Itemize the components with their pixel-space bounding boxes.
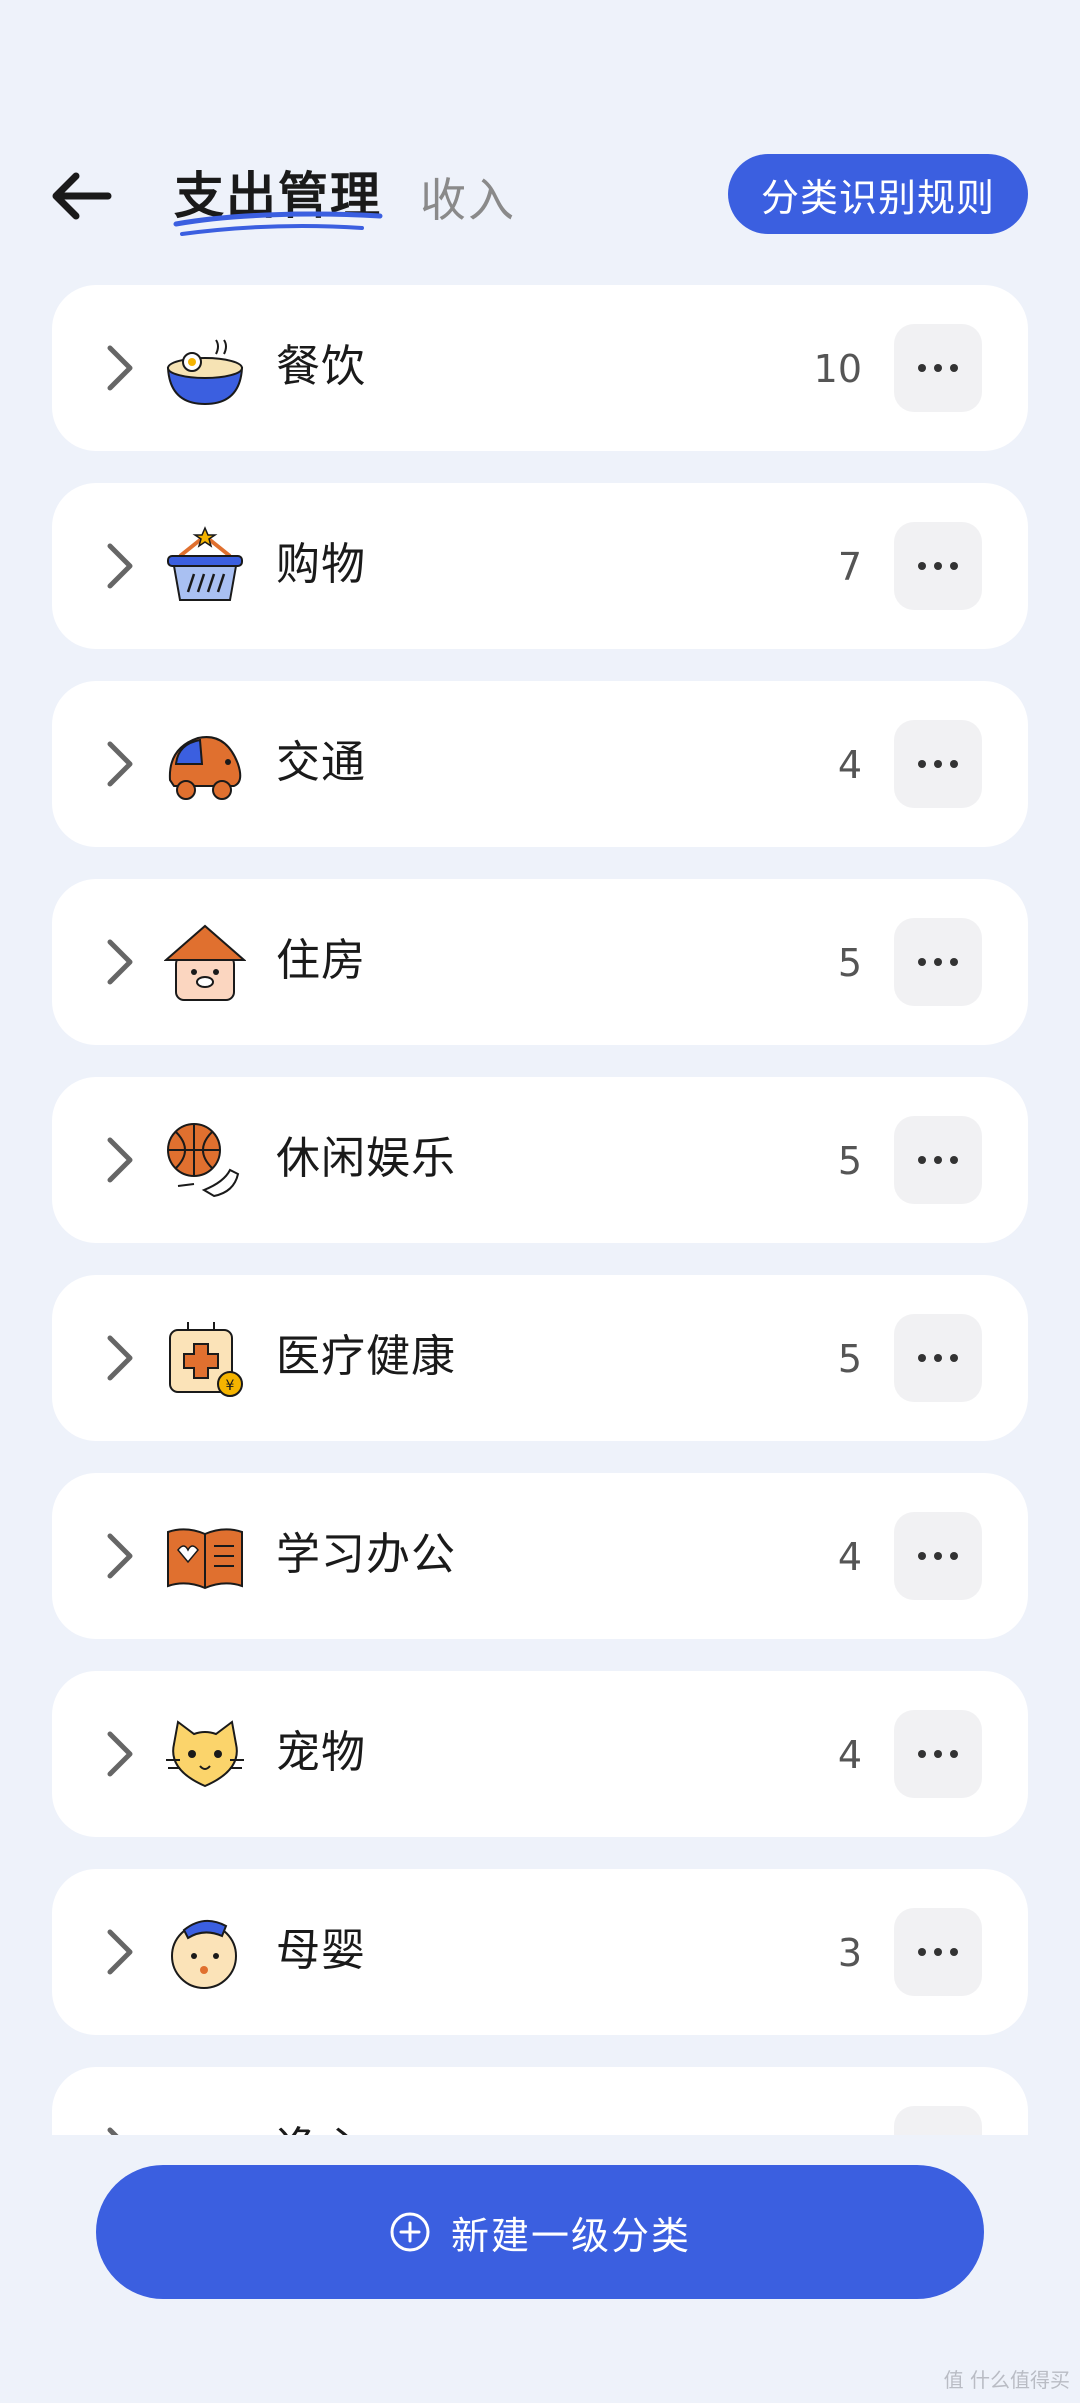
house-icon [164, 924, 246, 1001]
svg-text:¥: ¥ [226, 1378, 235, 1394]
cat-icon [166, 1720, 244, 1788]
chevron-right-icon[interactable] [102, 538, 138, 594]
category-name: 母婴 [276, 1925, 366, 1976]
tab-active-underline [173, 211, 383, 236]
more-options-button[interactable] [894, 1512, 982, 1600]
more-options-button[interactable] [894, 2106, 982, 2135]
category-count: 5 [837, 1337, 862, 1381]
chevron-right-icon[interactable] [102, 736, 138, 792]
medical-kit-icon: ¥ [169, 1322, 243, 1397]
category-count: 4 [837, 1733, 862, 1777]
category-name: 逸心 [276, 2119, 366, 2135]
new-category-label: 新建一级分类 [450, 2213, 691, 2258]
chevron-right-icon[interactable] [102, 340, 138, 396]
watermark: 值 什么值得买 [943, 2368, 1070, 2392]
more-options-button[interactable] [894, 1908, 982, 1996]
category-list: 餐饮 10 购物 7 交通 4 住房 5 休闲娱乐 5 ¥ 医疗健康 5 学习办… [0, 285, 1080, 2135]
more-options-button[interactable] [894, 720, 982, 808]
more-options-button[interactable] [894, 1710, 982, 1798]
category-card[interactable]: 住房 5 [52, 879, 1028, 1045]
baby-icon [171, 1919, 237, 1989]
category-card[interactable]: 餐饮 10 [52, 285, 1028, 451]
chevron-right-icon[interactable] [102, 1726, 138, 1782]
car-icon [168, 736, 242, 800]
category-name: 交通 [276, 737, 366, 788]
more-options-button[interactable] [894, 1116, 982, 1204]
more-options-button[interactable] [894, 324, 982, 412]
chevron-right-icon[interactable] [102, 1924, 138, 1980]
back-arrow-icon[interactable] [48, 168, 114, 224]
category-name: 休闲娱乐 [276, 1133, 456, 1184]
category-count: 10 [813, 347, 862, 391]
shopping-basket-icon [167, 526, 243, 601]
chevron-right-icon[interactable] [102, 1132, 138, 1188]
category-name: 餐饮 [276, 341, 366, 392]
basketball-icon [167, 1123, 240, 1198]
category-card[interactable]: 宠物 4 [52, 1671, 1028, 1837]
category-name: 购物 [276, 539, 366, 590]
tab-income[interactable]: 收入 [420, 164, 516, 230]
more-options-button[interactable] [894, 522, 982, 610]
noodle-bowl-icon [166, 339, 244, 406]
category-card[interactable]: 母婴 3 [52, 1869, 1028, 2035]
category-card[interactable]: 购物 7 [52, 483, 1028, 649]
more-options-button[interactable] [894, 1314, 982, 1402]
category-card[interactable]: 休闲娱乐 5 [52, 1077, 1028, 1243]
chevron-right-icon[interactable] [102, 934, 138, 990]
chevron-right-icon[interactable] [102, 1330, 138, 1386]
category-count: 4 [837, 1535, 862, 1579]
category-card[interactable]: 交通 4 [52, 681, 1028, 847]
book-icon [167, 1528, 243, 1590]
category-rules-button[interactable]: 分类识别规则 [728, 154, 1028, 234]
category-name: 医疗健康 [276, 1331, 456, 1382]
chevron-right-icon[interactable] [102, 2122, 138, 2135]
category-count: 7 [837, 545, 862, 589]
chevron-right-icon[interactable] [102, 1528, 138, 1584]
category-name: 宠物 [276, 1727, 366, 1778]
category-count: 5 [837, 941, 862, 985]
category-card[interactable]: ¥ 医疗健康 5 [52, 1275, 1028, 1441]
more-options-button[interactable] [894, 918, 982, 1006]
category-name: 住房 [276, 935, 366, 986]
category-count: 4 [837, 743, 862, 787]
category-management-page: 支出管理 收入 分类识别规则 餐饮 10 购物 7 交通 4 住房 5 休闲娱乐… [0, 0, 1080, 2403]
header: 支出管理 收入 分类识别规则 [0, 150, 1080, 240]
category-card[interactable]: 逸心 [52, 2067, 1028, 2135]
partial-icon [164, 2110, 246, 2135]
category-count: 3 [837, 1931, 862, 1975]
new-category-button[interactable]: 新建一级分类 [96, 2165, 984, 2299]
category-card[interactable]: 学习办公 4 [52, 1473, 1028, 1639]
category-count: 5 [837, 1139, 862, 1183]
category-name: 学习办公 [276, 1529, 456, 1580]
plus-circle-icon [390, 2212, 430, 2252]
